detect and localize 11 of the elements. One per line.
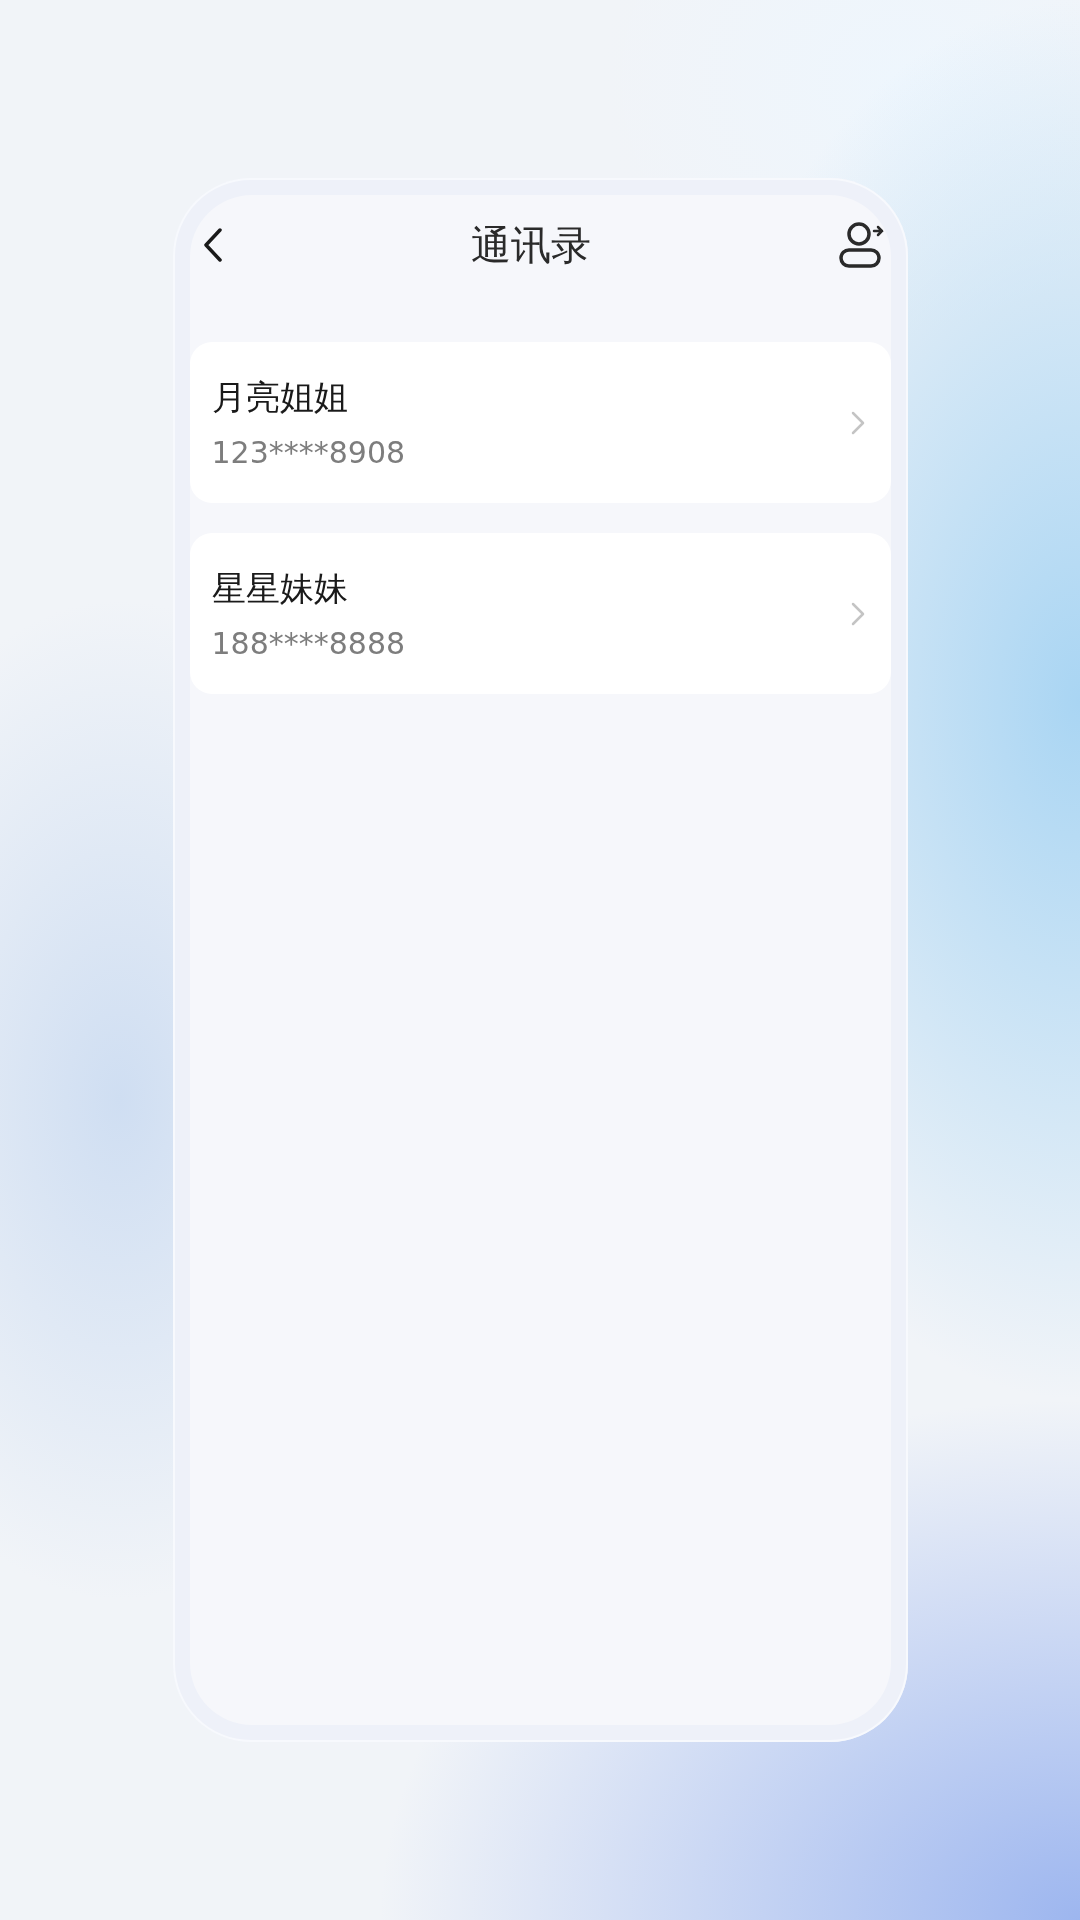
add-contact-icon[interactable]	[838, 221, 885, 269]
contact-phone: 188****8888	[211, 626, 406, 661]
contact-card[interactable]: 星星妹妹 188****8888	[189, 533, 891, 694]
contact-name: 星星妹妹	[211, 567, 349, 610]
contact-name: 月亮姐姐	[211, 376, 349, 419]
chevron-icon	[850, 410, 865, 435]
back-icon[interactable]	[201, 226, 224, 264]
contact-phone: 123****8908	[211, 435, 406, 470]
contact-card[interactable]: 月亮姐姐 123****8908	[189, 342, 891, 503]
chevron-icon	[850, 601, 865, 626]
page-title: 通讯录	[471, 220, 591, 270]
